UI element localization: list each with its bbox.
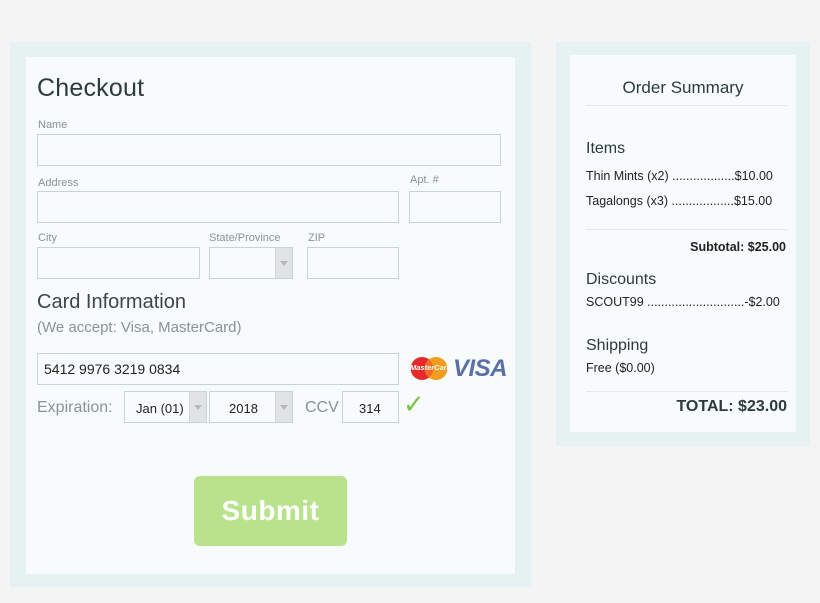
expiration-label: Expiration: (37, 399, 113, 416)
summary-divider (586, 105, 787, 106)
order-summary-title: Order Summary (622, 78, 744, 97)
visa-logo: VISA (453, 355, 508, 382)
city-input[interactable] (37, 247, 200, 279)
summary-divider (586, 391, 787, 392)
mastercard-logo: MasterCard (409, 356, 452, 381)
apt-input[interactable] (409, 191, 501, 223)
apt-label: Apt. # (410, 174, 439, 186)
discounts-heading: Discounts (586, 271, 657, 288)
zip-label: ZIP (308, 232, 326, 244)
state-label: State/Province (209, 232, 281, 244)
valid-check-icon: ✓ (403, 390, 425, 420)
card-info-heading: Card Information (37, 291, 186, 313)
zip-input[interactable] (307, 247, 399, 279)
shipping-heading: Shipping (586, 337, 649, 354)
summary-item: Thin Mints (x2) ..................$10.00 (586, 169, 773, 183)
address-input[interactable] (37, 191, 399, 223)
ccv-value: 314 (359, 401, 381, 416)
expiration-year-select[interactable]: 2018 (209, 391, 293, 423)
items-heading: Items (586, 140, 626, 157)
chevron-down-icon (189, 392, 206, 422)
address-label: Address (38, 177, 79, 189)
shipping-line: Free ($0.00) (586, 361, 655, 375)
state-select[interactable] (209, 247, 293, 279)
subtotal: Subtotal: $25.00 (690, 240, 786, 254)
ccv-label: CCV (305, 399, 339, 416)
name-input[interactable] (37, 134, 501, 166)
order-total: TOTAL: $23.00 (676, 398, 787, 415)
chevron-down-icon (275, 392, 292, 422)
card-number-value: 5412 9976 3219 0834 (44, 361, 181, 377)
expiration-month-value: Jan (01) (136, 401, 184, 416)
name-label: Name (38, 119, 68, 131)
expiration-year-value: 2018 (229, 401, 258, 416)
accepted-cards-note: (We accept: Visa, MasterCard) (37, 319, 242, 336)
summary-divider (586, 229, 787, 230)
card-number-input[interactable]: 5412 9976 3219 0834 (37, 353, 399, 385)
summary-item: Tagalongs (x3) ..................$15.00 (586, 194, 773, 208)
chevron-down-icon (275, 248, 292, 278)
expiration-month-select[interactable]: Jan (01) (124, 391, 207, 423)
checkout-title: Checkout (37, 74, 145, 102)
city-label: City (38, 232, 57, 244)
discount-line: SCOUT99 ............................-$2.… (586, 295, 780, 309)
submit-button[interactable]: Submit (194, 476, 347, 546)
ccv-input[interactable]: 314 (342, 391, 399, 423)
mastercard-logo-text: MasterCard (410, 363, 452, 372)
